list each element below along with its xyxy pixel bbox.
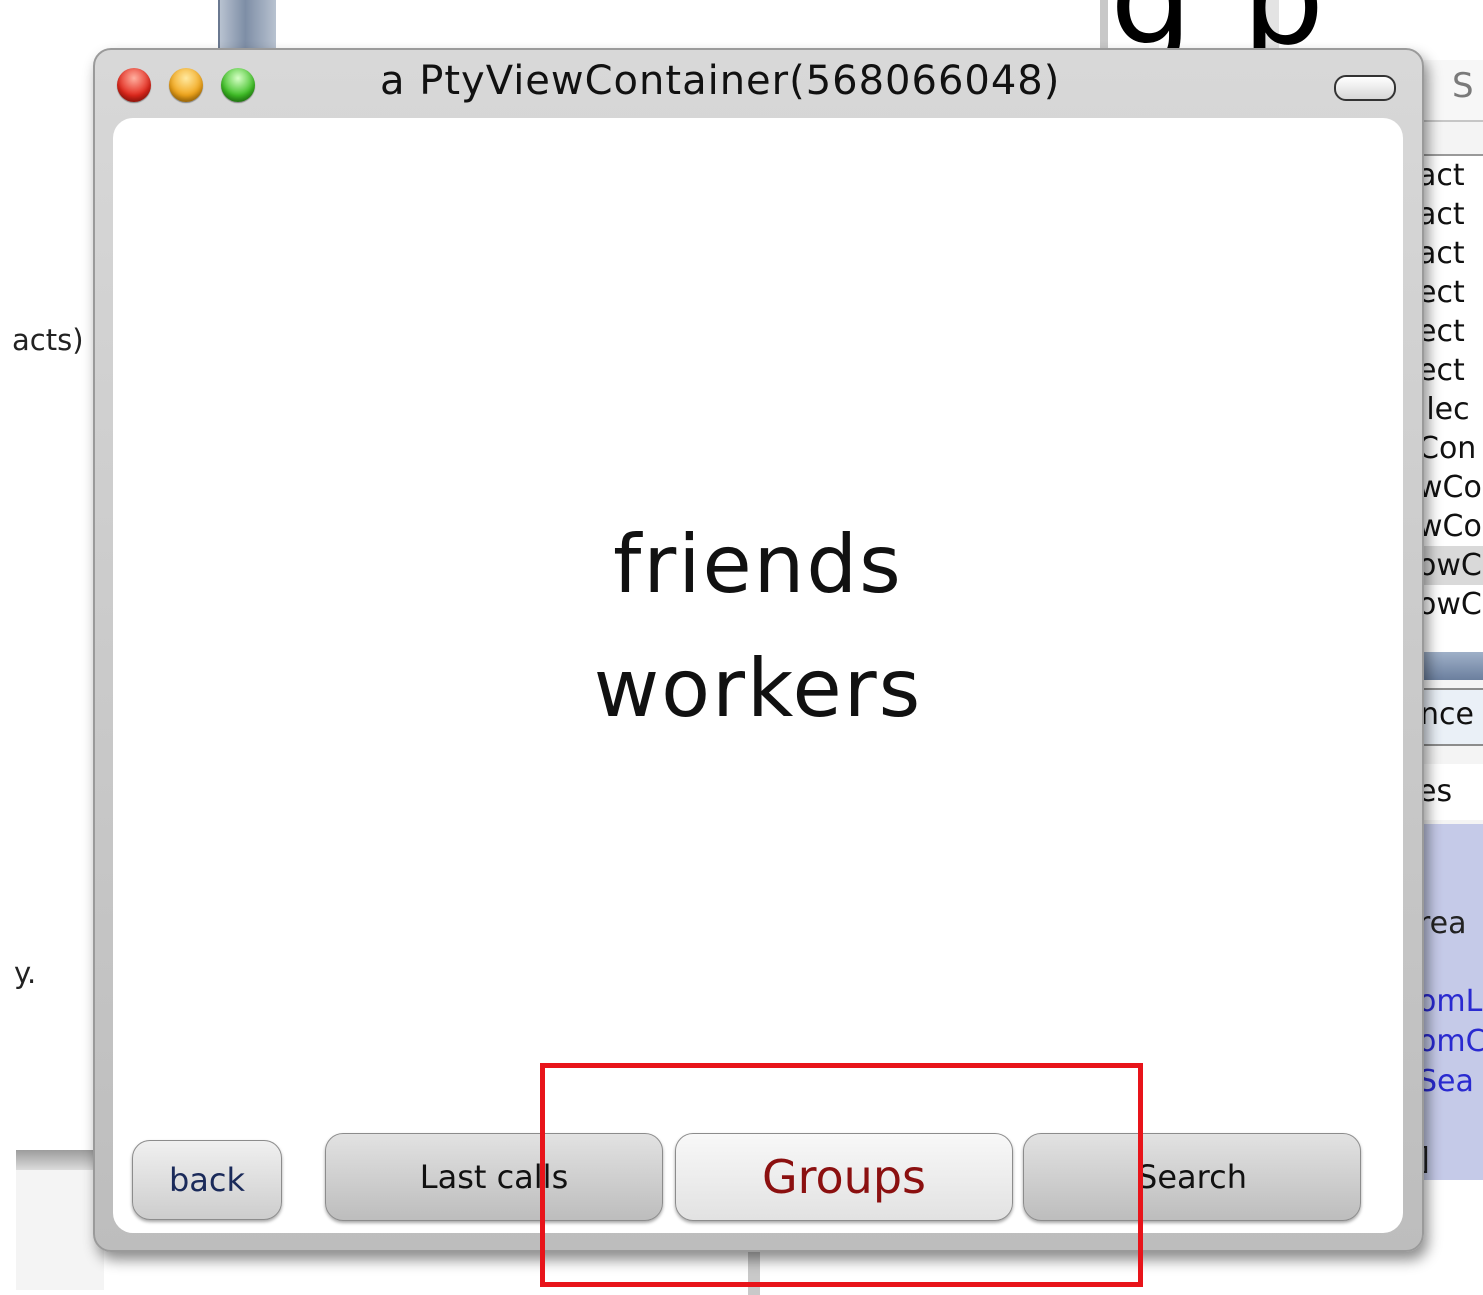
background-list-item[interactable]: wCo <box>1418 507 1483 546</box>
background-panel <box>16 1170 104 1290</box>
background-list-item[interactable]: Con <box>1418 429 1483 468</box>
background-tab-label: S <box>1452 66 1474 106</box>
background-list-item-selected[interactable]: owC <box>1418 546 1483 585</box>
background-code-line: omC <box>1418 1024 1483 1059</box>
background-code-line: rea <box>1418 906 1467 941</box>
background-code-line: omL <box>1418 984 1483 1019</box>
background-list: act act act ect ect ect ilec Con wCo wCo… <box>1418 154 1483 656</box>
minimize-icon[interactable] <box>169 68 203 102</box>
back-button[interactable]: back <box>132 1140 282 1220</box>
background-list-item[interactable]: ect <box>1418 312 1483 351</box>
background-list-item[interactable]: ect <box>1418 273 1483 312</box>
group-item-friends[interactable]: friends <box>113 518 1403 611</box>
background-list-item[interactable]: ilec <box>1418 390 1483 429</box>
background-list-item[interactable]: ect <box>1418 351 1483 390</box>
background-list-item[interactable]: act <box>1418 234 1483 273</box>
group-item-workers[interactable]: workers <box>113 642 1403 735</box>
background-right-panel: S act act act ect ect ect ilec Con wCo w… <box>1418 60 1483 1180</box>
close-icon[interactable] <box>117 68 151 102</box>
background-list-item[interactable]: act <box>1418 156 1483 195</box>
window-title-bar[interactable]: a PtyViewContainer(568066048) <box>95 50 1422 118</box>
background-scrollbar[interactable] <box>1418 652 1483 680</box>
background-list-item[interactable]: act <box>1418 195 1483 234</box>
background-list-item[interactable]: wCo <box>1418 468 1483 507</box>
window-title: a PtyViewContainer(568066048) <box>380 58 1061 104</box>
background-list-item[interactable]: owC <box>1418 585 1483 624</box>
background-field[interactable]: es <box>1418 764 1483 820</box>
background-field[interactable]: nce <box>1418 688 1483 746</box>
annotation-highlight-box <box>540 1063 1143 1287</box>
background-code-line: Sea <box>1418 1064 1474 1099</box>
toolbar-toggle-icon[interactable] <box>1334 75 1396 101</box>
background-tab-header: S <box>1418 60 1483 122</box>
background-code-pane: rea omL omC Sea ] <box>1418 824 1483 1180</box>
background-text-fragment: y. <box>14 956 37 990</box>
background-text-fragment: acts) <box>12 323 84 357</box>
zoom-icon[interactable] <box>221 68 255 102</box>
